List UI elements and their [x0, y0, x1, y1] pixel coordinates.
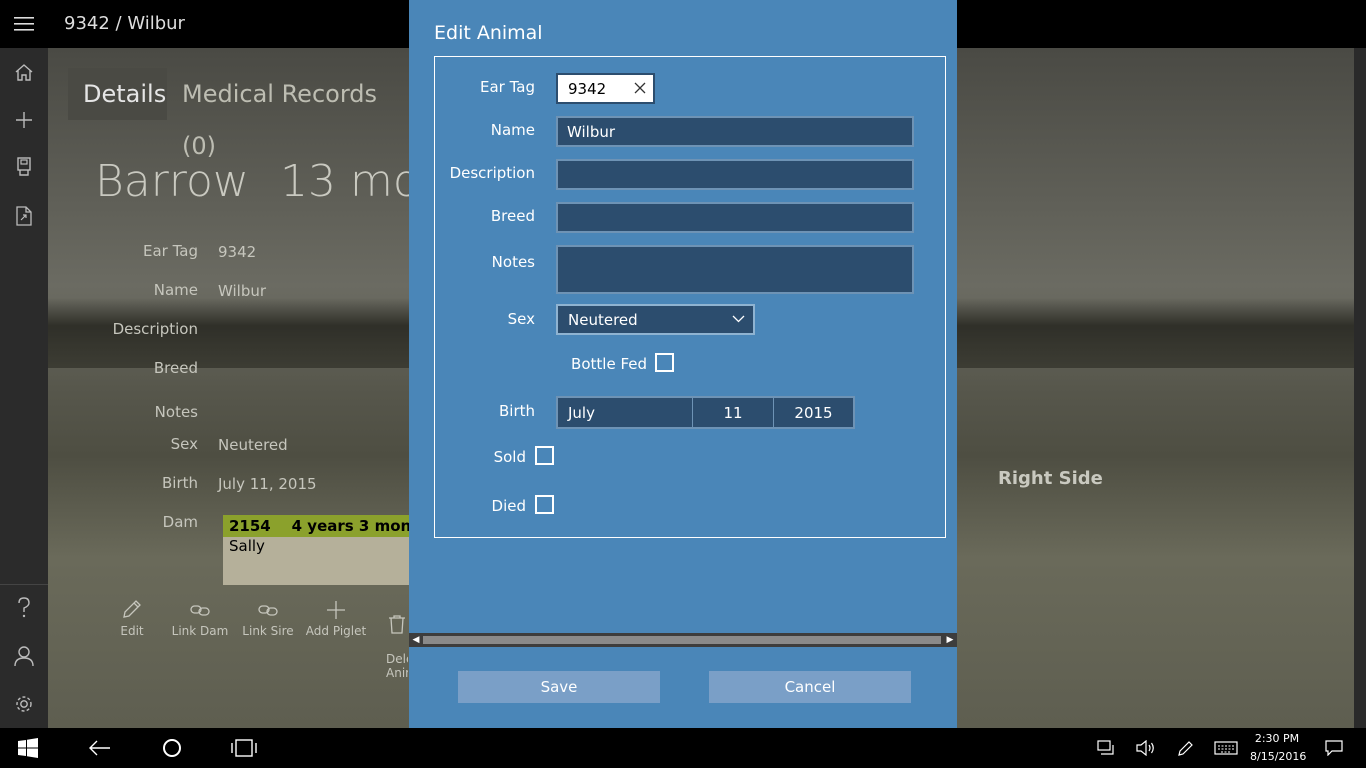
trash-icon: [389, 615, 405, 634]
network-icon[interactable]: [1094, 728, 1118, 768]
breed-input[interactable]: [556, 202, 914, 233]
died-label: Died: [491, 497, 526, 515]
tab-details[interactable]: Details: [68, 68, 167, 120]
taskbar-date: 8/15/2016: [1250, 750, 1307, 763]
left-nav: [0, 48, 48, 728]
edit-command-label: Edit: [120, 624, 144, 638]
add-icon[interactable]: [0, 96, 48, 144]
save-button[interactable]: Save: [458, 671, 660, 703]
dam-tag: 2154: [229, 517, 271, 535]
home-icon[interactable]: [0, 48, 48, 96]
name-label: Name: [490, 121, 535, 139]
help-icon[interactable]: [0, 584, 48, 632]
volume-icon[interactable]: [1134, 728, 1158, 768]
died-checkbox[interactable]: [535, 495, 554, 514]
bg-label-ear-tag: Ear Tag: [143, 242, 198, 260]
link-sire-label: Link Sire: [242, 624, 294, 638]
scroll-left-icon[interactable]: ◀: [409, 633, 423, 647]
breed-label: Breed: [490, 207, 535, 225]
bg-label-birth: Birth: [161, 474, 198, 492]
ear-tag-value: 9342: [568, 79, 607, 98]
name-input[interactable]: Wilbur: [556, 116, 914, 147]
delete-animal-label: Dele Anim: [386, 652, 408, 680]
dam-age: 4 years 3 mont: [291, 517, 413, 535]
dam-card[interactable]: 2154 4 years 3 mont Sally: [223, 515, 413, 585]
link-dam-label: Link Dam: [171, 624, 229, 638]
notes-input[interactable]: [556, 245, 914, 294]
right-side-text: Right Side: [998, 468, 1103, 489]
birth-label: Birth: [498, 402, 535, 420]
bg-value-sex: Neutered: [218, 436, 288, 454]
bg-value-ear-tag: 9342: [218, 243, 257, 261]
settings-gear-icon[interactable]: [0, 680, 48, 728]
description-input[interactable]: [556, 159, 914, 190]
dam-card-header: 2154 4 years 3 mont: [223, 515, 413, 537]
clear-icon[interactable]: [633, 81, 647, 95]
description-label: Description: [449, 164, 535, 182]
sold-checkbox[interactable]: [535, 446, 554, 465]
touch-keyboard-icon[interactable]: [1212, 728, 1240, 768]
edit-command[interactable]: Edit: [97, 600, 167, 638]
taskbar: 2:30 PM 8/15/2016: [0, 728, 1366, 768]
link-sire-command[interactable]: Link Sire: [233, 600, 303, 638]
sold-label: Sold: [493, 448, 526, 466]
bg-label-dam: Dam: [162, 513, 198, 531]
app-title: 9342 / Wilbur: [64, 13, 185, 34]
scroll-right-icon[interactable]: ▶: [943, 633, 957, 647]
bg-label-name: Name: [153, 281, 198, 299]
link-icon: [258, 605, 278, 616]
birth-date-picker[interactable]: July 11 2015: [556, 396, 855, 429]
task-view-icon[interactable]: [224, 728, 264, 768]
dialog-title: Edit Animal: [434, 22, 543, 44]
bg-value-name: Wilbur: [218, 282, 267, 300]
taskbar-clock[interactable]: 2:30 PM 8/15/2016: [1250, 730, 1307, 766]
ear-tag-input[interactable]: 9342: [556, 73, 655, 104]
bottle-fed-checkbox[interactable]: [655, 353, 674, 372]
pen-workspace-icon[interactable]: [1174, 728, 1198, 768]
edit-animal-dialog: Edit Animal Ear Tag 9342 Name Wilbur Des…: [409, 0, 957, 728]
link-dam-command[interactable]: Link Dam: [165, 600, 235, 638]
chevron-down-icon: [732, 315, 745, 323]
pencil-icon: [123, 600, 141, 618]
add-piglet-command[interactable]: Add Piglet: [301, 600, 371, 638]
plus-icon: [327, 601, 345, 619]
bg-label-description: Description: [112, 320, 198, 338]
save-icon[interactable]: [0, 142, 48, 190]
bg-label-sex: Sex: [170, 435, 198, 453]
bg-label-notes: Notes: [154, 403, 198, 421]
birth-year[interactable]: 2015: [774, 398, 853, 427]
birth-day[interactable]: 11: [693, 398, 774, 427]
taskbar-time: 2:30 PM: [1254, 732, 1300, 745]
birth-month[interactable]: July: [558, 398, 693, 427]
bg-value-birth: July 11, 2015: [218, 475, 317, 493]
action-center-icon[interactable]: [1322, 728, 1346, 768]
user-icon[interactable]: [0, 632, 48, 680]
add-piglet-label: Add Piglet: [305, 624, 367, 638]
ear-tag-label: Ear Tag: [480, 78, 535, 96]
bg-label-breed: Breed: [153, 359, 198, 377]
sex-label: Sex: [507, 310, 535, 328]
cortana-search-icon[interactable]: [152, 728, 192, 768]
bottle-fed-label: Bottle Fed: [571, 355, 647, 373]
sex-select[interactable]: Neutered: [556, 304, 755, 335]
windows-start-icon[interactable]: [8, 728, 48, 768]
sex-selected-value: Neutered: [568, 310, 638, 329]
edit-form: Ear Tag 9342 Name Wilbur Description Bre…: [434, 56, 946, 538]
delete-animal-command[interactable]: Dele Anim: [368, 600, 408, 680]
dam-name: Sally: [229, 537, 265, 555]
name-value: Wilbur: [567, 122, 616, 141]
cancel-button[interactable]: Cancel: [709, 671, 911, 703]
animal-type-heading: Barrow: [95, 156, 249, 207]
tab-medical-records[interactable]: Medical Records (0): [167, 68, 407, 160]
scrollbar-thumb[interactable]: [423, 636, 941, 644]
horizontal-scrollbar[interactable]: ◀ ▶: [409, 633, 957, 647]
vertical-scrollbar[interactable]: [1354, 48, 1366, 728]
hamburger-menu-icon[interactable]: [0, 0, 48, 48]
back-arrow-icon[interactable]: [80, 728, 120, 768]
export-file-icon[interactable]: [0, 192, 48, 240]
link-icon: [190, 605, 210, 616]
notes-label: Notes: [491, 253, 535, 271]
